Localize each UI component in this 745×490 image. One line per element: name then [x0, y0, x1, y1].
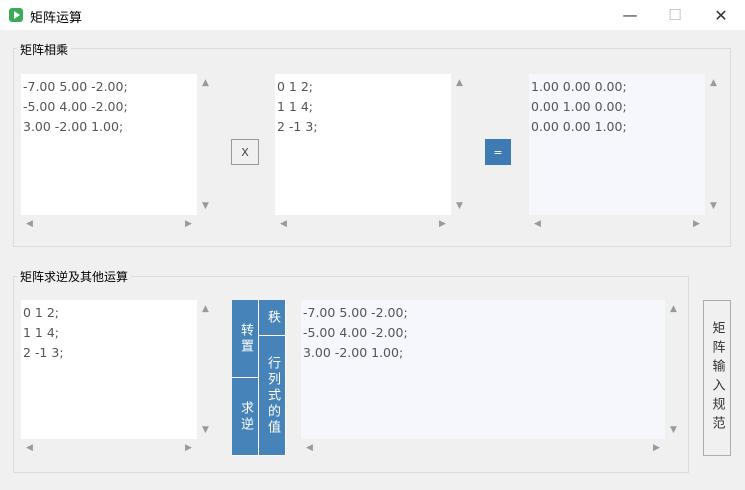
horizontal-scrollbar[interactable]: ◀ ▶ [21, 439, 197, 456]
vertical-scrollbar[interactable]: ▲ ▼ [705, 74, 722, 215]
scroll-up-icon[interactable]: ▲ [197, 78, 214, 88]
scroll-corner [197, 215, 214, 232]
horizontal-scrollbar[interactable]: ◀ ▶ [301, 439, 665, 456]
maximize-button[interactable]: ☐ [652, 0, 698, 30]
scroll-right-icon[interactable]: ▶ [180, 219, 197, 229]
scroll-up-icon[interactable]: ▲ [451, 78, 468, 88]
scroll-right-icon[interactable]: ▶ [180, 443, 197, 453]
matrix-b-text: 0 1 2; 1 1 4; 2 -1 3; [277, 79, 318, 134]
scroll-down-icon[interactable]: ▼ [451, 201, 468, 211]
vertical-scrollbar[interactable]: ▲ ▼ [197, 74, 214, 215]
vertical-scrollbar[interactable]: ▲ ▼ [451, 74, 468, 215]
scroll-left-icon[interactable]: ◀ [21, 443, 38, 453]
other-result-textarea[interactable]: -7.00 5.00 -2.00; -5.00 4.00 -2.00; 3.00… [301, 300, 682, 456]
other-ops-group-title: 矩阵求逆及其他运算 [17, 268, 132, 285]
equals-button[interactable]: = [485, 139, 511, 165]
scroll-down-icon[interactable]: ▼ [665, 425, 682, 435]
scroll-down-icon[interactable]: ▼ [197, 425, 214, 435]
scroll-left-icon[interactable]: ◀ [529, 219, 546, 229]
multiply-button[interactable]: X [231, 139, 259, 165]
matrix-a-text: -7.00 5.00 -2.00; -5.00 4.00 -2.00; 3.00… [23, 79, 128, 134]
scroll-down-icon[interactable]: ▼ [705, 201, 722, 211]
scroll-right-icon[interactable]: ▶ [648, 443, 665, 453]
play-icon [9, 8, 23, 22]
inverse-label: 求逆 [238, 400, 253, 433]
input-spec-button[interactable]: 矩阵输入规范 [703, 300, 731, 456]
vertical-scrollbar[interactable]: ▲ ▼ [197, 300, 214, 439]
scroll-up-icon[interactable]: ▲ [705, 78, 722, 88]
matrix-b-textarea[interactable]: 0 1 2; 1 1 4; 2 -1 3; ▲ ▼ ◀ ▶ [275, 74, 468, 232]
title-bar: 矩阵运算 — ☐ ✕ [0, 0, 745, 30]
horizontal-scrollbar[interactable]: ◀ ▶ [529, 215, 705, 232]
transpose-label: 转置 [238, 322, 253, 355]
scroll-corner [451, 215, 468, 232]
scroll-right-icon[interactable]: ▶ [688, 219, 705, 229]
matrix-input-textarea[interactable]: 0 1 2; 1 1 4; 2 -1 3; ▲ ▼ ◀ ▶ [21, 300, 214, 456]
multiply-result-textarea[interactable]: 1.00 0.00 0.00; 0.00 1.00 0.00; 0.00 0.0… [529, 74, 722, 232]
scroll-down-icon[interactable]: ▼ [197, 201, 214, 211]
scroll-corner [665, 439, 682, 456]
horizontal-scrollbar[interactable]: ◀ ▶ [275, 215, 451, 232]
multiply-group-title: 矩阵相乘 [17, 41, 72, 58]
matrix-a-textarea[interactable]: -7.00 5.00 -2.00; -5.00 4.00 -2.00; 3.00… [21, 74, 214, 232]
scroll-up-icon[interactable]: ▲ [197, 304, 214, 314]
minimize-button[interactable]: — [607, 0, 653, 30]
determinant-label: 行列式的值 [265, 355, 280, 436]
horizontal-scrollbar[interactable]: ◀ ▶ [21, 215, 197, 232]
rank-label: 秩 [265, 309, 280, 326]
vertical-scrollbar[interactable]: ▲ ▼ [665, 300, 682, 439]
other-result-text: -7.00 5.00 -2.00; -5.00 4.00 -2.00; 3.00… [303, 305, 408, 360]
scroll-right-icon[interactable]: ▶ [434, 219, 451, 229]
multiply-result-text: 1.00 0.00 0.00; 0.00 1.00 0.00; 0.00 0.0… [531, 79, 627, 134]
rank-button[interactable]: 秩 [259, 300, 286, 336]
window-title: 矩阵运算 [30, 11, 83, 26]
matrix-input-text: 0 1 2; 1 1 4; 2 -1 3; [23, 305, 64, 360]
input-spec-label: 矩阵输入规范 [709, 321, 725, 435]
determinant-button[interactable]: 行列式的值 [259, 336, 286, 456]
transpose-button[interactable]: 转置 [232, 300, 259, 378]
scroll-left-icon[interactable]: ◀ [301, 443, 318, 453]
scroll-corner [197, 439, 214, 456]
scroll-left-icon[interactable]: ◀ [275, 219, 292, 229]
scroll-left-icon[interactable]: ◀ [21, 219, 38, 229]
scroll-up-icon[interactable]: ▲ [665, 304, 682, 314]
scroll-corner [705, 215, 722, 232]
inverse-button[interactable]: 求逆 [232, 378, 259, 456]
close-button[interactable]: ✕ [698, 0, 744, 30]
